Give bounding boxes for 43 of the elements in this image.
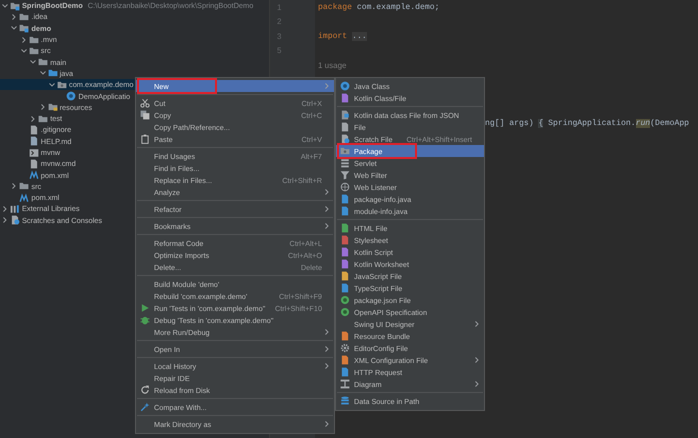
resources-folder-icon <box>48 102 58 112</box>
folder-icon <box>19 12 30 22</box>
module-folder-icon <box>10 0 20 11</box>
reload-icon <box>140 385 150 395</box>
file-icon <box>28 136 39 146</box>
globe-icon <box>340 182 350 192</box>
folder-icon <box>38 114 48 124</box>
folder-icon <box>28 46 39 56</box>
code-line: ng[] args) { SpringApplication.run(DemoApp <box>485 119 690 128</box>
file-icon <box>340 110 350 120</box>
sparkle-arrow-icon <box>140 402 150 412</box>
folder-icon <box>38 57 48 68</box>
folder-icon <box>28 34 39 45</box>
database-icon <box>340 396 350 406</box>
play-icon <box>140 303 150 313</box>
copy-icon <box>140 110 150 120</box>
module-folder-icon <box>19 23 30 34</box>
clipboard-icon <box>140 134 150 144</box>
file-icon <box>340 331 350 341</box>
code-line: package com.example.demo; <box>318 2 440 12</box>
scratch-icon <box>10 215 20 226</box>
file-icon <box>340 122 350 132</box>
scissors-icon <box>140 98 150 108</box>
code-line: import ... <box>318 32 367 41</box>
circle-icon <box>340 295 350 305</box>
usage-hint: 1 usage <box>318 60 346 70</box>
filter-icon <box>340 170 350 180</box>
file-icon <box>28 158 39 169</box>
class-icon <box>340 81 350 91</box>
package-icon <box>340 146 350 156</box>
folder-icon <box>19 181 30 192</box>
list-icon <box>340 158 350 168</box>
library-icon <box>10 204 20 214</box>
circle-icon <box>340 307 350 317</box>
package-icon <box>57 80 67 90</box>
diagram-icon <box>340 379 350 389</box>
gear-icon <box>340 343 350 353</box>
file-icon <box>28 124 39 135</box>
class-icon <box>66 91 76 102</box>
bug-icon <box>140 315 150 325</box>
file-icon <box>340 93 350 103</box>
terminal-icon <box>28 148 39 158</box>
scratch-icon <box>340 134 350 144</box>
